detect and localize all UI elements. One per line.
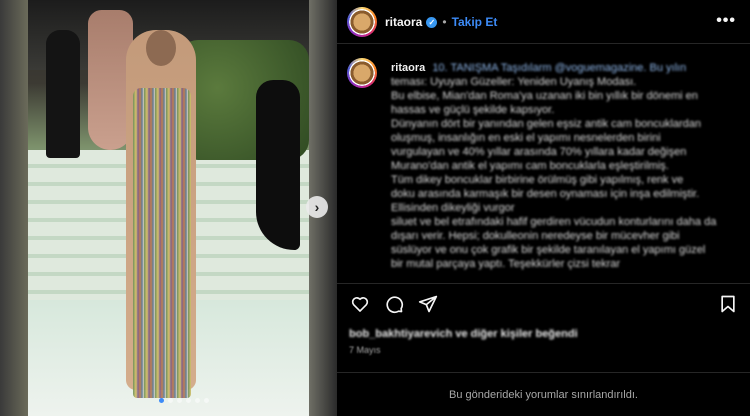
caption-line: Bu elbise, Mian'dan Roma'ya uzanan iki b… xyxy=(391,90,698,102)
caption-line: 10. TANIŞMA Taşıdılarm @voguemagazine. B… xyxy=(432,62,687,74)
caption-line: oluşmuş, insanlığın en eski el yapımı ne… xyxy=(391,132,661,144)
username-link[interactable]: ritaora xyxy=(385,15,422,29)
caption-text: ritaora 10. TANIŞMA Taşıdılarm @voguemag… xyxy=(391,61,727,271)
carousel-dot xyxy=(168,398,173,403)
caption-line: Tüm dikey boncuklar birbirine örülmüş gi… xyxy=(391,174,684,186)
caption-line: hassas ve güçlü şekilde kapsıyor. xyxy=(391,104,555,116)
photo-guest-left xyxy=(46,30,80,158)
carousel-dot xyxy=(159,398,164,403)
photo-model-head xyxy=(146,30,176,66)
caption-username[interactable]: ritaora xyxy=(391,62,425,74)
post-date: 7 Mayıs xyxy=(349,345,381,355)
caption-line: bir mutal parçaya yaptı. Teşekkürler çiz… xyxy=(391,258,621,270)
post-caption: ritaora 10. TANIŞMA Taşıdılarm @voguemag… xyxy=(347,58,740,284)
comment-icon[interactable] xyxy=(383,293,405,315)
post-photo[interactable] xyxy=(28,0,309,416)
action-bar xyxy=(337,283,750,323)
photo-guest-right xyxy=(256,80,300,250)
likes-summary[interactable]: bob_bakhtiyarevich ve diğer kişiler beğe… xyxy=(349,328,578,340)
caption-line: vurgulayan ve 40% yıllar arasında 70% yı… xyxy=(391,146,687,158)
previous-post-edge xyxy=(0,0,28,416)
heart-icon[interactable] xyxy=(349,293,371,315)
carousel-dot xyxy=(204,398,209,403)
instagram-post-modal: › ritaora ✓ • Takip Et ••• ritaora 10. T… xyxy=(0,0,750,416)
caption-line: Ellisinden dikeyliği vurgor xyxy=(391,202,515,214)
caption-avatar[interactable] xyxy=(347,58,377,88)
caption-line: Murano'dan antik el yapımı cam boncuklar… xyxy=(391,160,669,172)
caption-line: siluet ve bel etrafındaki hafif gerdiren… xyxy=(391,216,717,228)
comments-limited-notice: Bu gönderideki yorumlar sınırlandırıldı. xyxy=(337,372,750,416)
separator-dot: • xyxy=(442,14,447,29)
bookmark-icon[interactable] xyxy=(718,294,738,314)
verified-badge-icon: ✓ xyxy=(426,17,438,28)
carousel-dots xyxy=(159,398,209,403)
carousel-dot xyxy=(177,398,182,403)
post-header: ritaora ✓ • Takip Et ••• xyxy=(337,0,750,44)
follow-button[interactable]: Takip Et xyxy=(452,15,498,29)
carousel-dot xyxy=(186,398,191,403)
photo-model-beaded-dress xyxy=(133,88,191,398)
caption-line: süslüyor ve onu çok grafik bir şekilde t… xyxy=(391,244,706,256)
chevron-right-icon[interactable]: › xyxy=(306,196,328,218)
caption-line: Dünyanın dört bir yanından gelen eşsiz a… xyxy=(391,118,702,130)
caption-line: teması: Uyuyan Güzeller: Yeniden Uyanış … xyxy=(391,76,637,88)
caption-body: 10. TANIŞMA Taşıdılarm @voguemagazine. B… xyxy=(391,62,727,271)
share-icon[interactable] xyxy=(417,293,439,315)
avatar[interactable] xyxy=(347,6,377,37)
caption-line: doku arasında karmaşık bir desen oynamas… xyxy=(391,188,700,200)
more-horizontal-icon[interactable]: ••• xyxy=(716,12,736,30)
post-side-panel: ritaora ✓ • Takip Et ••• ritaora 10. TAN… xyxy=(337,0,750,416)
carousel-dot xyxy=(195,398,200,403)
caption-line: dışarı verir. Hepsi; dokulleonin neredey… xyxy=(391,230,680,242)
